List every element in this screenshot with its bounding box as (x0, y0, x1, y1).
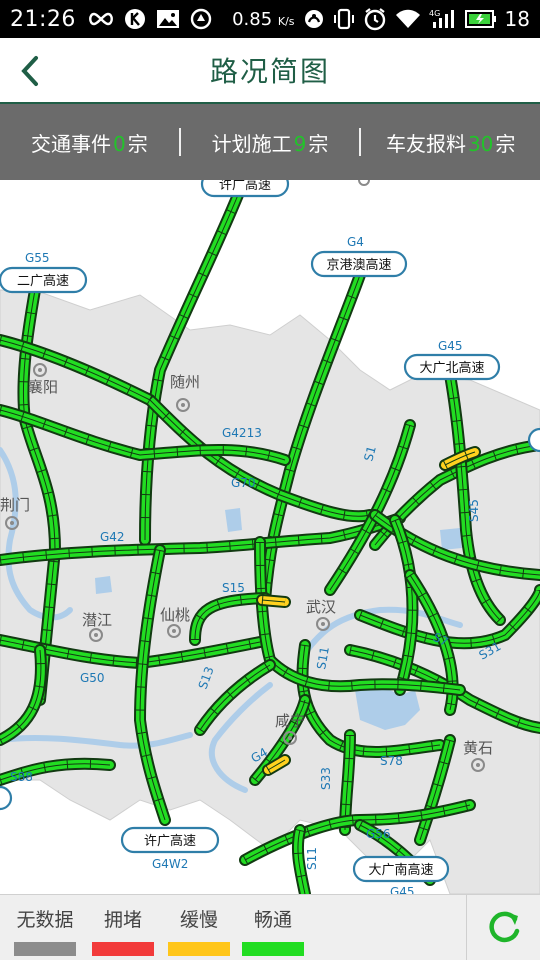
lake (95, 576, 112, 594)
svg-text:潜江: 潜江 (82, 611, 112, 629)
road-code: G55 (25, 251, 50, 265)
svg-text:4G: 4G (429, 9, 440, 18)
traffic-events-summary[interactable]: 交通事件 0 宗 (0, 128, 179, 157)
network-speed-unit: K/s (277, 14, 295, 28)
road-code: S45 (467, 499, 481, 522)
chevron-left-icon[interactable] (16, 54, 48, 88)
svg-text:大广南高速: 大广南高速 (368, 862, 433, 878)
battery-icon (464, 9, 497, 29)
lake (225, 508, 242, 532)
svg-text:黄石: 黄石 (463, 739, 493, 757)
road-code: S33 (319, 767, 333, 790)
expressway-label: 大广南高速 (352, 855, 450, 883)
user-reports-summary[interactable]: 车友报料 30 宗 (361, 128, 540, 157)
k-icon (124, 8, 146, 30)
legend-swatch (168, 942, 230, 956)
nfc-icon (303, 8, 325, 30)
edge-marker (0, 785, 13, 811)
road-code: G42 (100, 530, 125, 544)
legend-swatch (14, 942, 76, 956)
road-code: G70 (231, 476, 256, 490)
title-bar: 路况简图 (0, 38, 540, 104)
expressway-label: 许广高速 (200, 180, 290, 198)
svg-text:二广高速: 二广高速 (17, 273, 69, 289)
expressway-label: 二广高速 (0, 266, 88, 294)
planned-works-unit: 宗 (308, 131, 329, 156)
svg-text:许广高速: 许广高速 (219, 180, 271, 193)
legend-swatch (242, 942, 304, 956)
4g-signal-icon: 4G (429, 8, 457, 30)
vibrate-icon (333, 8, 355, 30)
road-code: G50 (80, 671, 105, 685)
image-icon (156, 9, 180, 29)
summary-bar: 交通事件 0 宗 计划施工 9 宗 车友报料 30 宗 (0, 104, 540, 180)
svg-text:武汉: 武汉 (306, 598, 336, 616)
road-code: G4 (347, 235, 364, 249)
infinity-icon (88, 11, 114, 27)
traffic-map[interactable]: 许广高速 京港澳高速 二广高速 大广北高速 许广高速 大广南高速 G55 G4 G45 G4213… (0, 180, 540, 894)
expressway-label: 许广高速 (120, 826, 220, 854)
traffic-events-unit: 宗 (127, 131, 148, 156)
network-speed: 0.85 (232, 8, 273, 30)
road-code: S15 (222, 581, 245, 595)
svg-text:大广北高速: 大广北高速 (419, 360, 484, 376)
status-bar: 21:26 0.85 K/s 4G 18 (0, 0, 540, 38)
svg-text:京港澳高速: 京港澳高速 (326, 257, 391, 273)
wifi-icon (395, 9, 421, 29)
legend-item-congested: 拥堵 (92, 905, 154, 956)
legend-divider (466, 895, 467, 960)
legend-item-slow: 缓慢 (168, 905, 230, 956)
svg-text:襄阳: 襄阳 (28, 378, 58, 396)
svg-text:荆门: 荆门 (0, 496, 30, 514)
road-code: G4213 (222, 426, 262, 440)
legend-item-smooth: 畅通 (242, 905, 304, 956)
user-reports-label: 车友报料 (385, 131, 466, 156)
road-code: S88 (10, 770, 33, 784)
road-code: G45 (438, 339, 463, 353)
svg-text:咸宁: 咸宁 (275, 712, 305, 730)
city-marker (358, 180, 370, 186)
road-code: G45 (390, 885, 415, 894)
legend-label: 无数据 (16, 909, 74, 931)
traffic-events-label: 交通事件 (30, 131, 111, 156)
alarm-icon (363, 7, 387, 31)
page-title: 路况简图 (209, 55, 330, 88)
road-code: G56 (366, 827, 391, 841)
road-code: S78 (380, 754, 403, 768)
user-reports-unit: 宗 (495, 131, 516, 156)
expressway-label: 大广北高速 (403, 353, 501, 381)
legend-label: 缓慢 (179, 909, 218, 931)
legend-label: 拥堵 (103, 909, 142, 931)
svg-text:许广高速: 许广高速 (144, 833, 196, 849)
sync-icon (190, 8, 212, 30)
road-code: G4W2 (152, 857, 188, 871)
app-screen: { "status_bar": { "time": "21:26", "spee… (0, 0, 540, 960)
svg-text:随州: 随州 (170, 373, 200, 391)
expressway-label: 京港澳高速 (310, 250, 408, 278)
status-time: 21:26 (10, 6, 76, 32)
planned-works-label: 计划施工 (211, 131, 292, 156)
traffic-events-count: 0 (112, 131, 126, 156)
refresh-icon[interactable] (484, 907, 524, 947)
legend-label: 畅通 (253, 909, 292, 931)
lake (440, 528, 462, 550)
legend-swatch (92, 942, 154, 956)
svg-text:仙桃: 仙桃 (160, 606, 190, 624)
user-reports-count: 30 (467, 131, 494, 156)
battery-level: 18 (504, 7, 530, 31)
legend-bar: 无数据 拥堵 缓慢 畅通 (0, 894, 540, 960)
planned-works-summary[interactable]: 计划施工 9 宗 (181, 128, 360, 157)
road-code: S11 (305, 847, 319, 870)
planned-works-count: 9 (293, 131, 307, 156)
legend-item-no-data: 无数据 (14, 905, 76, 956)
